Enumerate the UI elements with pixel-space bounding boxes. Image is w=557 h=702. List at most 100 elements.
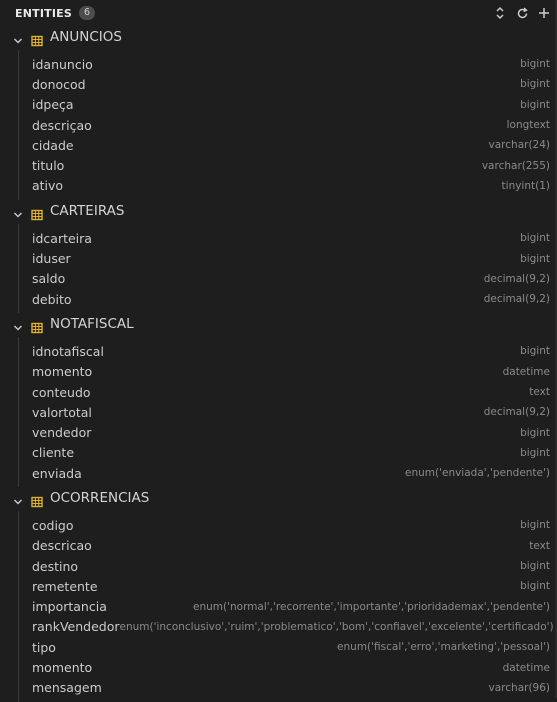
field-type: bigint: [520, 519, 550, 532]
collapse-all-icon[interactable]: [491, 4, 509, 22]
field-type: tinyint(1): [501, 179, 550, 192]
field-name: iduser: [32, 251, 71, 267]
field-type: bigint: [520, 98, 550, 111]
field-row[interactable]: cliente bigint: [19, 443, 557, 463]
field-row[interactable]: donocod bigint: [19, 74, 557, 94]
field-type: datetime: [502, 661, 550, 674]
field-name: donocod: [32, 76, 86, 92]
field-name: descriçao: [32, 117, 92, 133]
field-type: varchar(96): [488, 681, 550, 694]
entity-name: OCORRENCIAS: [50, 490, 150, 507]
field-type: bigint: [520, 58, 550, 71]
entity-header[interactable]: CARTEIRAS: [0, 200, 557, 224]
field-type: bigint: [520, 252, 550, 265]
entity-header[interactable]: ANUNCIOS: [0, 26, 557, 50]
panel-title: ENTITIES: [15, 6, 72, 20]
field-row[interactable]: idnotafiscal bigint: [19, 341, 557, 361]
field-type: text: [529, 539, 550, 552]
field-row[interactable]: titulo varchar(255): [19, 155, 557, 175]
field-type: text: [529, 386, 550, 398]
field-type: bigint: [520, 446, 550, 459]
field-name: vendedor: [32, 425, 92, 441]
entity-name: NOTAFISCAL: [50, 316, 134, 333]
field-row[interactable]: vendedor bigint: [19, 422, 557, 442]
chevron-down-icon[interactable]: [12, 206, 24, 218]
field-type: bigint: [520, 426, 550, 439]
field-row[interactable]: codigo bigint: [19, 515, 557, 535]
table-icon: [31, 319, 43, 334]
field-row[interactable]: cidade varchar(24): [19, 135, 557, 155]
field-name: tipo: [32, 639, 56, 655]
field-name: idcarteira: [32, 230, 92, 246]
field-row[interactable]: enviada enum('enviada','pendente'): [19, 463, 557, 483]
field-name: valortotal: [32, 404, 92, 420]
field-row[interactable]: momento datetime: [19, 657, 557, 677]
field-list: idanuncio bigint donocod bigint idpeça bigint…: [18, 50, 557, 201]
field-name: saldo: [32, 271, 66, 287]
field-name: momento: [32, 660, 93, 676]
field-name: descricao: [32, 538, 92, 554]
field-row[interactable]: saldo decimal(9,2): [19, 269, 557, 289]
chevron-down-icon[interactable]: [12, 319, 24, 331]
field-name: ativo: [32, 178, 64, 194]
field-type: bigint: [520, 232, 550, 245]
field-name: cidade: [32, 137, 74, 153]
field-row[interactable]: momento datetime: [19, 362, 557, 382]
field-row[interactable]: rankVendedor enum('inconclusivo','ruim','…: [19, 617, 557, 637]
field-type: longtext: [506, 119, 550, 132]
entity-name: CARTEIRAS: [50, 203, 125, 220]
field-row[interactable]: remetente bigint: [19, 576, 557, 596]
table-icon: [31, 206, 43, 221]
chevron-down-icon[interactable]: [12, 32, 24, 44]
field-name: mensagem: [32, 680, 102, 696]
field-row[interactable]: descriçao longtext: [19, 115, 557, 135]
field-row[interactable]: valortotal decimal(9,2): [19, 402, 557, 422]
entity-name: ANUNCIOS: [50, 29, 122, 45]
field-row[interactable]: ativo tinyint(1): [19, 176, 557, 196]
field-type: enum('normal','recorrente','importante',…: [193, 600, 550, 613]
entities-panel-header: ENTITIES 6: [0, 0, 557, 26]
field-name: momento: [32, 364, 93, 380]
entity-header[interactable]: OCORRENCIAS: [0, 487, 557, 511]
chevron-down-icon[interactable]: [12, 493, 24, 505]
field-name: titulo: [32, 158, 65, 174]
field-name: importancia: [32, 599, 107, 615]
field-type: decimal(9,2): [483, 293, 550, 306]
field-row[interactable]: descricao text: [19, 536, 557, 556]
field-type: varchar(24): [488, 139, 550, 152]
field-name: remetente: [32, 578, 98, 594]
field-name: destino: [32, 558, 79, 574]
add-icon[interactable]: [535, 4, 553, 22]
entity-count-badge: 6: [78, 6, 95, 20]
field-row[interactable]: conteudo text: [19, 382, 557, 402]
field-row[interactable]: tipo enum('fiscal','erro','marketing','pe…: [19, 637, 557, 657]
field-row[interactable]: debito decimal(9,2): [19, 289, 557, 309]
field-name: codigo: [32, 517, 74, 533]
entity-tree: ANUNCIOS idanuncio bigint donocod bigint idpe…: [0, 26, 557, 702]
field-type: bigint: [520, 345, 550, 358]
field-row[interactable]: mensagem varchar(96): [19, 678, 557, 698]
field-type: bigint: [520, 580, 550, 593]
field-type: enum('enviada','pendente'): [405, 467, 550, 480]
field-list: codigo bigint descricao text destino bigint re…: [18, 511, 557, 702]
field-row[interactable]: idpeça bigint: [19, 95, 557, 115]
field-row[interactable]: destino bigint: [19, 556, 557, 576]
field-row[interactable]: idcarteira bigint: [19, 228, 557, 248]
field-name: idnotafiscal: [32, 343, 104, 359]
field-row[interactable]: iduser bigint: [19, 248, 557, 268]
field-list: idcarteira bigint iduser bigint saldo decimal…: [18, 224, 557, 314]
field-row[interactable]: idanuncio bigint: [19, 54, 557, 74]
refresh-icon[interactable]: [513, 4, 531, 22]
field-name: rankVendedor: [32, 619, 120, 635]
field-name: enviada: [32, 465, 82, 481]
field-name: cliente: [32, 445, 75, 461]
field-type: bigint: [520, 78, 550, 91]
table-icon: [31, 493, 43, 508]
entity-header[interactable]: NOTAFISCAL: [0, 313, 557, 337]
field-type: bigint: [520, 560, 550, 573]
field-row[interactable]: importancia enum('normal','recorrente','i…: [19, 597, 557, 617]
field-name: conteudo: [32, 384, 91, 400]
field-type: decimal(9,2): [483, 272, 550, 285]
field-type: datetime: [502, 365, 550, 378]
field-list: idnotafiscal bigint momento datetime conteud…: [18, 337, 557, 488]
